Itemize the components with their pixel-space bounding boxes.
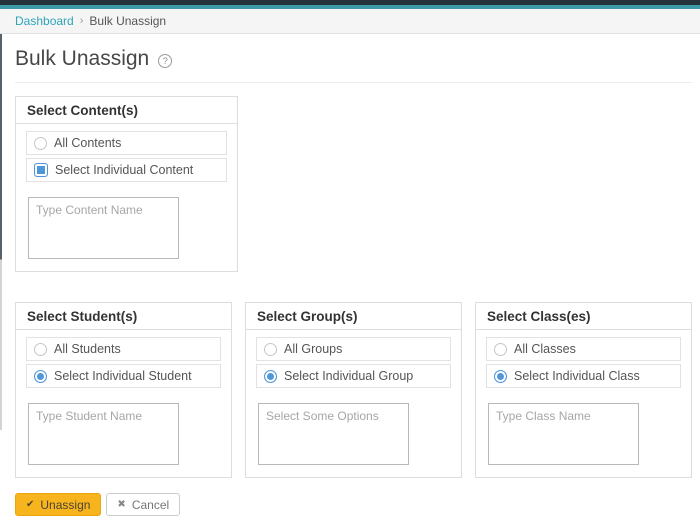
option-select-individual-group[interactable]: Select Individual Group: [256, 364, 451, 388]
select-students-body: All Students Select Individual Student: [16, 330, 231, 477]
cancel-button-label: Cancel: [132, 498, 169, 512]
select-individual-student-radio[interactable]: [34, 370, 47, 383]
content-name-input[interactable]: [28, 197, 179, 259]
cancel-button[interactable]: ✖ Cancel: [106, 493, 180, 516]
select-contents-panel: Select Content(s) All Contents Select In…: [15, 96, 238, 272]
breadcrumb-current: Bulk Unassign: [89, 14, 166, 28]
unassign-button-label: Unassign: [40, 498, 90, 512]
option-label: Select Individual Class: [514, 369, 640, 383]
page-title: Bulk Unassign: [15, 47, 149, 71]
option-all-classes[interactable]: All Classes: [486, 337, 681, 361]
breadcrumb: Dashboard › Bulk Unassign: [0, 9, 700, 34]
select-students-panel: Select Student(s) All Students Select In…: [15, 302, 232, 478]
select-groups-body: All Groups Select Individual Group: [246, 330, 461, 477]
all-classes-radio[interactable]: [494, 343, 507, 356]
x-icon: ✖: [117, 500, 125, 510]
option-select-individual-student[interactable]: Select Individual Student: [26, 364, 221, 388]
all-groups-radio[interactable]: [264, 343, 277, 356]
option-label: Select Individual Student: [54, 369, 192, 383]
option-select-individual-content[interactable]: Select Individual Content: [26, 158, 227, 182]
student-name-input[interactable]: [28, 403, 179, 465]
option-label: Select Individual Group: [284, 369, 413, 383]
select-classes-panel: Select Class(es) All Classes Select Indi…: [475, 302, 692, 478]
select-contents-body: All Contents Select Individual Content: [16, 124, 237, 271]
select-groups-title: Select Group(s): [246, 303, 461, 330]
title-row: Bulk Unassign ?: [15, 47, 692, 71]
title-divider: [15, 82, 692, 83]
action-buttons-row: ✔ Unassign ✖ Cancel: [15, 493, 692, 526]
check-icon: ✔: [26, 500, 34, 510]
class-name-input[interactable]: [488, 403, 639, 465]
option-all-students[interactable]: All Students: [26, 337, 221, 361]
select-classes-title: Select Class(es): [476, 303, 691, 330]
option-label: All Contents: [54, 136, 121, 150]
option-all-groups[interactable]: All Groups: [256, 337, 451, 361]
breadcrumb-separator-icon: ›: [80, 15, 84, 27]
selection-panels-row: Select Student(s) All Students Select In…: [15, 302, 692, 478]
option-select-individual-class[interactable]: Select Individual Class: [486, 364, 681, 388]
select-groups-panel: Select Group(s) All Groups Select Indivi…: [245, 302, 462, 478]
select-classes-body: All Classes Select Individual Class: [476, 330, 691, 477]
option-label: All Students: [54, 342, 121, 356]
group-options-input[interactable]: [258, 403, 409, 465]
select-individual-class-radio[interactable]: [494, 370, 507, 383]
select-individual-content-radio[interactable]: [34, 163, 48, 177]
option-label: Select Individual Content: [55, 163, 193, 177]
select-students-title: Select Student(s): [16, 303, 231, 330]
main-content: Bulk Unassign ? Select Content(s) All Co…: [0, 47, 700, 526]
option-label: All Classes: [514, 342, 576, 356]
select-individual-group-radio[interactable]: [264, 370, 277, 383]
help-icon[interactable]: ?: [158, 54, 172, 68]
unassign-button[interactable]: ✔ Unassign: [15, 493, 101, 516]
option-label: All Groups: [284, 342, 342, 356]
all-students-radio[interactable]: [34, 343, 47, 356]
all-contents-radio[interactable]: [34, 137, 47, 150]
breadcrumb-link-dashboard[interactable]: Dashboard: [15, 14, 74, 28]
option-all-contents[interactable]: All Contents: [26, 131, 227, 155]
select-contents-title: Select Content(s): [16, 97, 237, 124]
